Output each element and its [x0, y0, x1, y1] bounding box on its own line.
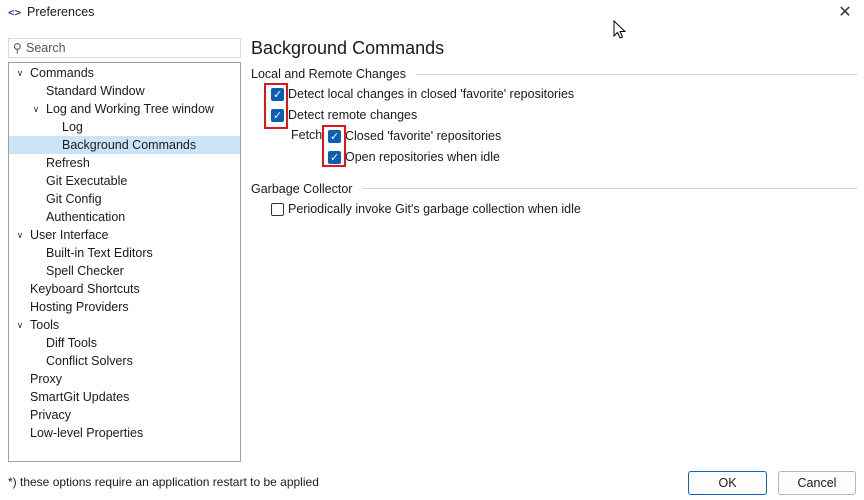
highlight-box — [264, 83, 288, 129]
tree-item[interactable]: Hosting Providers — [9, 298, 240, 316]
page-title: Background Commands — [251, 38, 445, 58]
tree-item[interactable]: Proxy — [9, 370, 240, 388]
closed-favorite-option[interactable]: Closed 'favorite' repositories — [328, 127, 518, 146]
fetch-label: Fetch — [291, 128, 323, 142]
tree-item[interactable]: Git Executable — [9, 172, 240, 190]
chevron-down-icon[interactable]: ∨ — [30, 100, 42, 118]
tree-item[interactable]: Git Config — [9, 190, 240, 208]
tree-item-label: Log — [62, 120, 83, 134]
detect-local-label: Detect local changes in closed 'favorite… — [288, 87, 575, 101]
tree-item[interactable]: Standard Window — [9, 82, 240, 100]
tree-item[interactable]: Background Commands — [9, 136, 240, 154]
ok-button[interactable]: OK — [688, 471, 767, 495]
tree-item[interactable]: Low-level Properties — [9, 424, 240, 442]
group-label-garbage: Garbage Collector — [251, 182, 353, 196]
tree-item[interactable]: Authentication — [9, 208, 240, 226]
tree-item[interactable]: Keyboard Shortcuts — [9, 280, 240, 298]
tree-item-label: Proxy — [30, 372, 62, 386]
open-idle-option[interactable]: Open repositories when idle — [328, 148, 518, 167]
detect-remote-label: Detect remote changes — [288, 108, 418, 122]
highlight-box — [322, 125, 346, 167]
tree-item-label: Diff Tools — [46, 336, 97, 350]
chevron-down-icon[interactable]: ∨ — [14, 316, 26, 334]
title-bar: <> Preferences ✕ — [0, 0, 864, 26]
tree-item[interactable]: Spell Checker — [9, 262, 240, 280]
close-button[interactable]: ✕ — [834, 2, 856, 22]
group-divider — [362, 188, 857, 189]
search-field[interactable]: ⚲ — [8, 38, 241, 58]
mouse-cursor-icon — [613, 20, 627, 39]
tree-item[interactable]: ∨ Tools — [9, 316, 240, 334]
group-label-local-remote: Local and Remote Changes — [251, 67, 406, 81]
tree-item-label: User Interface — [30, 228, 109, 242]
group-divider — [417, 74, 857, 75]
tree-item-label: SmartGit Updates — [30, 390, 130, 404]
search-icon: ⚲ — [13, 41, 22, 55]
detect-local-option[interactable]: Detect local changes in closed 'favorite… — [271, 85, 591, 104]
tree-item-label: Tools — [30, 318, 60, 332]
open-idle-label: Open repositories when idle — [345, 150, 500, 164]
restart-footnote: *) these options require an application … — [8, 475, 319, 489]
closed-favorite-label: Closed 'favorite' repositories — [345, 129, 502, 143]
tree-item-label: Conflict Solvers — [46, 354, 133, 368]
periodic-gc-label: Periodically invoke Git's garbage collec… — [288, 202, 581, 216]
tree-item-label: Standard Window — [46, 84, 145, 98]
tree-item-label: Privacy — [30, 408, 71, 422]
tree-item-label: Git Executable — [46, 174, 128, 188]
tree-item[interactable]: ∨ User Interface — [9, 226, 240, 244]
tree-item-label: Authentication — [46, 210, 126, 224]
tree-item[interactable]: Diff Tools — [9, 334, 240, 352]
periodic-gc-checkbox[interactable] — [271, 203, 284, 216]
tree-item-label: Spell Checker — [46, 264, 124, 278]
periodic-gc-option[interactable]: Periodically invoke Git's garbage collec… — [271, 200, 601, 218]
tree-item-label: Hosting Providers — [30, 300, 129, 314]
tree-item[interactable]: ∨ Commands — [9, 64, 240, 82]
tree-item[interactable]: Built-in Text Editors — [9, 244, 240, 262]
tree-item[interactable]: Refresh — [9, 154, 240, 172]
tree-item-label: Refresh — [46, 156, 90, 170]
app-icon: <> — [8, 6, 22, 19]
chevron-down-icon[interactable]: ∨ — [14, 64, 26, 82]
tree-item-label: Built-in Text Editors — [46, 246, 153, 260]
tree-item-label: Background Commands — [62, 138, 197, 152]
tree-item[interactable]: Conflict Solvers — [9, 352, 240, 370]
tree-item-label: Git Config — [46, 192, 102, 206]
tree-item[interactable]: SmartGit Updates — [9, 388, 240, 406]
cancel-button[interactable]: Cancel — [778, 471, 856, 495]
tree-item-label: Log and Working Tree window — [46, 102, 214, 116]
window-title: Preferences — [27, 5, 95, 19]
tree-item[interactable]: ∨ Log and Working Tree window — [9, 100, 240, 118]
tree-item[interactable]: Privacy — [9, 406, 240, 424]
detect-remote-option[interactable]: Detect remote changes — [271, 106, 431, 125]
chevron-down-icon[interactable]: ∨ — [14, 226, 26, 244]
tree-item-label: Commands — [30, 66, 94, 80]
tree-item-label: Keyboard Shortcuts — [30, 282, 140, 296]
search-input[interactable] — [26, 39, 236, 57]
tree-item-label: Low-level Properties — [30, 426, 144, 440]
tree-item[interactable]: Log — [9, 118, 240, 136]
preferences-tree[interactable]: ∨ Commands Standard Window ∨ Log and Working… — [8, 62, 241, 462]
